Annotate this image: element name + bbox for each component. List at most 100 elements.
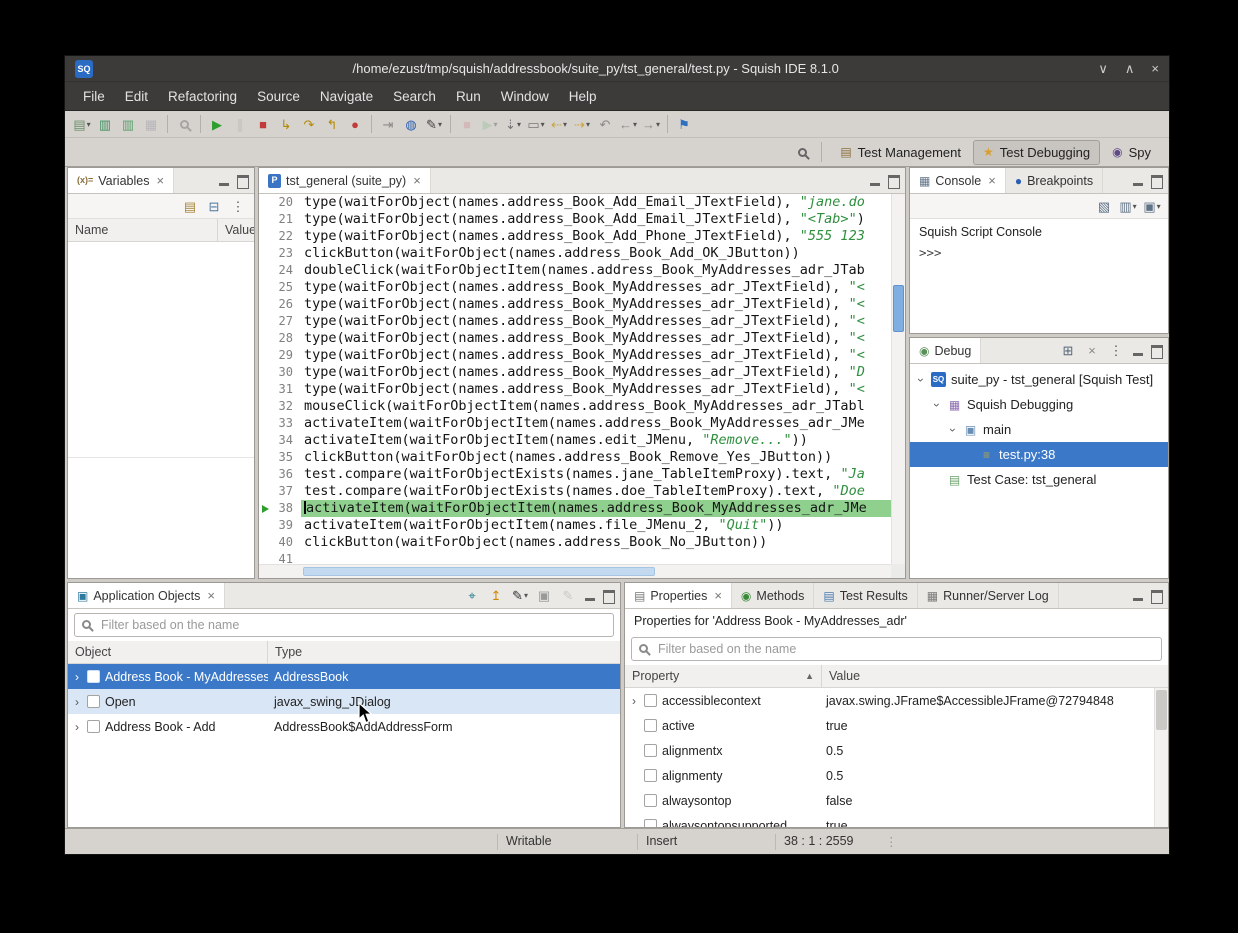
new-test-case-icon[interactable]: ▥ bbox=[94, 113, 116, 135]
property-row[interactable]: ›alignmentx0.5 bbox=[625, 738, 1154, 763]
vertical-scrollbar-thumb[interactable] bbox=[1156, 690, 1167, 730]
perspective-test-debugging[interactable]: ★Test Debugging bbox=[973, 140, 1100, 165]
menu-help[interactable]: Help bbox=[559, 85, 607, 108]
checkbox[interactable] bbox=[87, 670, 100, 683]
tab-test-results[interactable]: ▤Test Results bbox=[814, 583, 917, 608]
checkbox[interactable] bbox=[87, 720, 100, 733]
remove-all-terminated-icon[interactable]: × bbox=[1081, 340, 1103, 362]
code-line[interactable]: 20type(waitForObject(names.address_Book_… bbox=[259, 194, 891, 211]
object-snapshot-icon[interactable]: ▣ bbox=[533, 585, 555, 607]
run-test-suite-icon[interactable]: ▶ bbox=[206, 113, 228, 135]
code-line[interactable]: 41 bbox=[259, 551, 891, 564]
minimize-icon[interactable] bbox=[217, 174, 231, 188]
chevron-icon[interactable]: › bbox=[72, 670, 82, 684]
editor-horizontal-scrollbar[interactable] bbox=[259, 564, 891, 578]
maximize-icon[interactable] bbox=[1149, 344, 1163, 358]
tab-debug[interactable]: ◉Debug bbox=[910, 338, 981, 363]
back-icon[interactable]: ←▾ bbox=[617, 113, 639, 135]
minimize-icon[interactable] bbox=[868, 174, 882, 188]
tab-methods[interactable]: ◉Methods bbox=[732, 583, 814, 608]
maximize-icon[interactable] bbox=[1149, 589, 1163, 603]
close-tab-icon[interactable]: × bbox=[207, 588, 215, 603]
clear-console-icon[interactable]: ▧ bbox=[1093, 195, 1115, 217]
new-icon[interactable]: ▤▾ bbox=[71, 113, 93, 135]
menu-edit[interactable]: Edit bbox=[115, 85, 158, 108]
properties-vertical-scrollbar[interactable] bbox=[1154, 688, 1168, 827]
column-header-value[interactable]: Value bbox=[218, 219, 254, 241]
code-line[interactable]: 33activateItem(waitForObjectItem(names.a… bbox=[259, 415, 891, 432]
chevron-icon[interactable]: › bbox=[946, 425, 960, 435]
code-line[interactable]: 30type(waitForObject(names.address_Book_… bbox=[259, 364, 891, 381]
forward-icon[interactable]: →▾ bbox=[640, 113, 662, 135]
add-symbol-icon[interactable]: ⇣▾ bbox=[502, 113, 524, 135]
view-menu-icon[interactable]: ⋮ bbox=[1105, 340, 1127, 362]
view-management-icon[interactable]: ⊞ bbox=[1057, 340, 1079, 362]
property-row[interactable]: ›alignmenty0.5 bbox=[625, 763, 1154, 788]
console-prompt[interactable]: >>> bbox=[919, 245, 1159, 260]
menu-source[interactable]: Source bbox=[247, 85, 310, 108]
menu-run[interactable]: Run bbox=[446, 85, 491, 108]
maximize-icon[interactable] bbox=[601, 589, 615, 603]
tab-application-objects[interactable]: ▣Application Objects× bbox=[68, 583, 225, 608]
tab-properties[interactable]: ▤Properties× bbox=[625, 583, 732, 608]
minimize-icon[interactable] bbox=[1131, 344, 1145, 358]
code-line[interactable]: 35clickButton(waitForObject(names.addres… bbox=[259, 449, 891, 466]
checkbox[interactable] bbox=[87, 695, 100, 708]
debug-tree-item[interactable]: ›▤Test Case: tst_general bbox=[910, 467, 1168, 492]
column-header-object[interactable]: Object bbox=[68, 641, 268, 663]
shade-icon[interactable]: ∨ bbox=[1098, 61, 1108, 77]
menu-window[interactable]: Window bbox=[491, 85, 559, 108]
debug-tree-item[interactable]: ›▦Squish Debugging bbox=[910, 392, 1168, 417]
open-console-icon[interactable]: ▣▾ bbox=[1141, 195, 1163, 217]
last-edit-location-icon[interactable]: ↶ bbox=[594, 113, 616, 135]
minimize-icon[interactable] bbox=[1131, 174, 1145, 188]
maximize-icon[interactable] bbox=[1149, 174, 1163, 188]
checkbox[interactable] bbox=[644, 769, 657, 782]
code-line[interactable]: 25type(waitForObject(names.address_Book_… bbox=[259, 279, 891, 296]
code-line[interactable]: 36test.compare(waitForObjectExists(names… bbox=[259, 466, 891, 483]
code-line[interactable]: 29type(waitForObject(names.address_Book_… bbox=[259, 347, 891, 364]
show-type-names-icon[interactable]: ▤ bbox=[179, 195, 201, 217]
bookmark-icon[interactable]: ⚑ bbox=[673, 113, 695, 135]
menu-navigate[interactable]: Navigate bbox=[310, 85, 383, 108]
menu-search[interactable]: Search bbox=[383, 85, 446, 108]
display-selected-console-icon[interactable]: ▥▾ bbox=[1117, 195, 1139, 217]
checkbox[interactable] bbox=[644, 744, 657, 757]
property-row[interactable]: ›alwaysontopfalse bbox=[625, 788, 1154, 813]
code-lines[interactable]: 20type(waitForObject(names.address_Book_… bbox=[259, 194, 891, 564]
close-tab-icon[interactable]: × bbox=[714, 588, 722, 603]
pick-object-icon[interactable]: ⌖ bbox=[461, 585, 483, 607]
property-row[interactable]: ›alwaysontopsupportedtrue bbox=[625, 813, 1154, 827]
step-over-icon[interactable]: ↷ bbox=[298, 113, 320, 135]
maximize-icon[interactable] bbox=[886, 174, 900, 188]
code-line[interactable]: 26type(waitForObject(names.address_Book_… bbox=[259, 296, 891, 313]
object-row[interactable]: ›Address Book - AddAddressBook$AddAddres… bbox=[68, 714, 620, 739]
maximize-icon[interactable] bbox=[235, 174, 249, 188]
tab-console[interactable]: ▦Console× bbox=[910, 168, 1006, 193]
properties-filter-input[interactable] bbox=[631, 637, 1162, 661]
checkbox[interactable] bbox=[644, 694, 657, 707]
code-line[interactable]: 21type(waitForObject(names.address_Book_… bbox=[259, 211, 891, 228]
edit-object-icon[interactable]: ✎▾ bbox=[509, 585, 531, 607]
code-line[interactable]: 24doubleClick(waitForObjectItem(names.ad… bbox=[259, 262, 891, 279]
horizontal-scrollbar-thumb[interactable] bbox=[303, 567, 655, 576]
checkbox[interactable] bbox=[644, 719, 657, 732]
object-row[interactable]: ›Address Book - MyAddresses_adrAddressBo… bbox=[68, 664, 620, 689]
open-test-suite-icon[interactable]: ▥ bbox=[117, 113, 139, 135]
next-annotation-icon[interactable]: ⇢▾ bbox=[571, 113, 593, 135]
close-icon[interactable]: × bbox=[1151, 61, 1159, 77]
perspective-spy[interactable]: ◉Spy bbox=[1102, 140, 1161, 165]
run-to-line-icon[interactable]: ⇥ bbox=[377, 113, 399, 135]
column-header-name[interactable]: Name bbox=[68, 219, 218, 241]
close-tab-icon[interactable]: × bbox=[988, 173, 996, 188]
maximize-icon[interactable]: ∧ bbox=[1125, 61, 1135, 77]
column-header-type[interactable]: Type bbox=[268, 641, 620, 663]
code-line[interactable]: 39activateItem(waitForObjectItem(names.f… bbox=[259, 517, 891, 534]
inspect-icon[interactable]: ✎▾ bbox=[423, 113, 445, 135]
chevron-icon[interactable]: › bbox=[72, 720, 82, 734]
minimize-icon[interactable] bbox=[583, 589, 597, 603]
tab-variables[interactable]: (x)=Variables× bbox=[68, 168, 174, 193]
skip-all-breakpoints-icon[interactable]: ◍ bbox=[400, 113, 422, 135]
record-snippet-icon[interactable]: ● bbox=[344, 113, 366, 135]
search-icon[interactable] bbox=[791, 141, 813, 163]
